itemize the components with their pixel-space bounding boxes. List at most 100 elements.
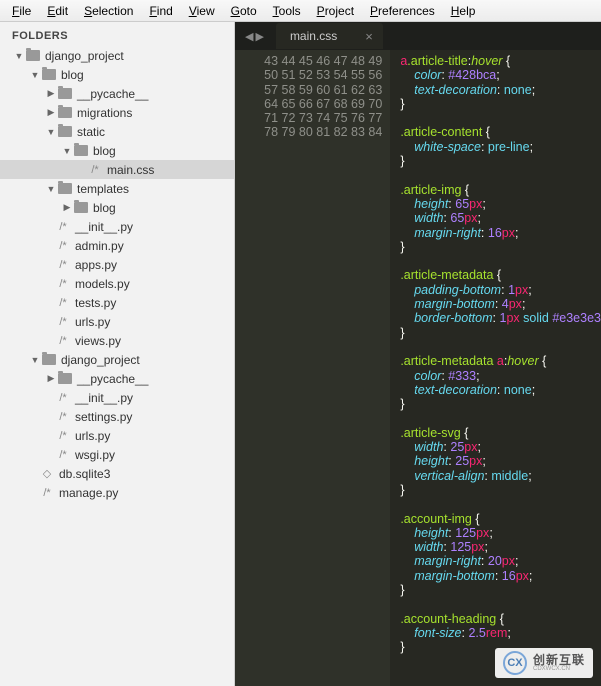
folder-icon [58, 107, 72, 118]
sidebar: FOLDERS django_projectblog__pycache__mig… [0, 22, 235, 686]
tree-label: db.sqlite3 [59, 467, 110, 481]
folder-static[interactable]: static [0, 122, 234, 141]
menu-help[interactable]: Help [443, 4, 484, 18]
file-settings.py[interactable]: /* settings.py [0, 407, 234, 426]
file-icon: /* [56, 411, 70, 423]
folder-icon [58, 373, 72, 384]
tree-label: templates [77, 182, 129, 196]
tree-label: __pycache__ [77, 87, 148, 101]
file-__init__.py[interactable]: /*__init__.py [0, 388, 234, 407]
folder-blog[interactable]: blog [0, 198, 234, 217]
folder-django_project[interactable]: django_project [0, 350, 234, 369]
file-db.sqlite3[interactable]: ◇ db.sqlite3 [0, 464, 234, 483]
file-admin.py[interactable]: /* admin.py [0, 236, 234, 255]
chevron-down-icon[interactable] [30, 70, 40, 80]
file-main.css[interactable]: /* main.css [0, 160, 234, 179]
folder-templates[interactable]: templates [0, 179, 234, 198]
menu-tools[interactable]: Tools [265, 4, 309, 18]
folder-icon [26, 50, 40, 61]
chevron-right-icon[interactable] [46, 108, 56, 118]
folder-migrations[interactable]: migrations [0, 103, 234, 122]
tab-main-css[interactable]: main.css × [276, 23, 383, 49]
tree-label: manage.py [59, 486, 118, 500]
file-urls.py[interactable]: /* urls.py [0, 312, 234, 331]
folder-icon [58, 126, 72, 137]
tree-label: tests.py [75, 296, 116, 310]
tab-label: main.css [290, 29, 337, 43]
menu-project[interactable]: Project [309, 4, 362, 18]
menu-preferences[interactable]: Preferences [362, 4, 443, 18]
tree-label: settings.py [75, 410, 132, 424]
file-icon: /* [56, 278, 70, 290]
tree-label: main.css [107, 163, 154, 177]
tree-label: views.py [75, 334, 121, 348]
file-icon: /* [56, 430, 70, 442]
file-wsgi.py[interactable]: /* wsgi.py [0, 445, 234, 464]
tree-label: urls.py [75, 315, 110, 329]
file-manage.py[interactable]: /*manage.py [0, 483, 234, 502]
chevron-down-icon[interactable] [62, 146, 72, 156]
folder-blog[interactable]: blog [0, 141, 234, 160]
folder-icon [58, 88, 72, 99]
tree-label: blog [93, 144, 116, 158]
folder-__pycache__[interactable]: __pycache__ [0, 84, 234, 103]
folder-icon [42, 69, 56, 80]
tree-label: __init__.py [75, 391, 133, 405]
tree-label: wsgi.py [75, 448, 115, 462]
file-icon: /* [56, 297, 70, 309]
folder-icon [42, 354, 56, 365]
file-icon: ◇ [40, 467, 54, 480]
tree-label: blog [93, 201, 116, 215]
file-views.py[interactable]: /*views.py [0, 331, 234, 350]
chevron-down-icon[interactable] [14, 51, 24, 61]
file-models.py[interactable]: /*models.py [0, 274, 234, 293]
menu-file[interactable]: File [4, 4, 39, 18]
menu-selection[interactable]: Selection [76, 4, 141, 18]
chevron-down-icon[interactable] [46, 127, 56, 137]
chevron-down-icon[interactable] [30, 355, 40, 365]
chevron-right-icon[interactable] [46, 374, 56, 384]
chevron-right-icon[interactable] [62, 203, 72, 213]
folder-blog[interactable]: blog [0, 65, 234, 84]
menu-goto[interactable]: Goto [223, 4, 265, 18]
file-urls.py[interactable]: /* urls.py [0, 426, 234, 445]
folder-tree: django_projectblog__pycache__migrationss… [0, 46, 234, 512]
tree-label: urls.py [75, 429, 110, 443]
menu-find[interactable]: Find [141, 4, 180, 18]
file-icon: /* [56, 449, 70, 461]
file-icon: /* [56, 259, 70, 271]
watermark-title: 创新互联 [533, 654, 585, 666]
file-__init__.py[interactable]: /* __init__.py [0, 217, 234, 236]
tree-label: django_project [61, 353, 140, 367]
folder-__pycache__[interactable]: __pycache__ [0, 369, 234, 388]
file-icon: /* [88, 164, 102, 176]
file-icon: /* [56, 221, 70, 233]
file-tests.py[interactable]: /* tests.py [0, 293, 234, 312]
tree-label: admin.py [75, 239, 124, 253]
code-content[interactable]: a.article-title:hover { color: #428bca; … [390, 50, 601, 686]
menu-view[interactable]: View [181, 4, 223, 18]
tab-next-icon[interactable]: ▶ [255, 30, 263, 43]
file-icon: /* [56, 316, 70, 328]
folder-icon [58, 183, 72, 194]
main-area: FOLDERS django_projectblog__pycache__mig… [0, 22, 601, 686]
close-icon[interactable]: × [365, 29, 373, 44]
file-apps.py[interactable]: /*apps.py [0, 255, 234, 274]
tab-prev-icon[interactable]: ◀ [245, 30, 253, 43]
tree-label: __init__.py [75, 220, 133, 234]
tree-label: django_project [45, 49, 124, 63]
watermark-badge-icon: CX [503, 651, 527, 675]
folder-django_project[interactable]: django_project [0, 46, 234, 65]
tree-label: blog [61, 68, 84, 82]
code-area[interactable]: 43 44 45 46 47 48 49 50 51 52 53 54 55 5… [235, 50, 601, 686]
file-icon: /* [56, 240, 70, 252]
chevron-right-icon[interactable] [46, 89, 56, 99]
line-gutter: 43 44 45 46 47 48 49 50 51 52 53 54 55 5… [235, 50, 390, 686]
folder-icon [74, 145, 88, 156]
sidebar-header: FOLDERS [0, 22, 234, 46]
tab-bar: ◀ ▶ main.css × [235, 22, 601, 50]
menu-edit[interactable]: Edit [39, 4, 76, 18]
watermark: CX 创新互联 CDXWCX.CN [495, 648, 593, 678]
chevron-down-icon[interactable] [46, 184, 56, 194]
tree-label: __pycache__ [77, 372, 148, 386]
